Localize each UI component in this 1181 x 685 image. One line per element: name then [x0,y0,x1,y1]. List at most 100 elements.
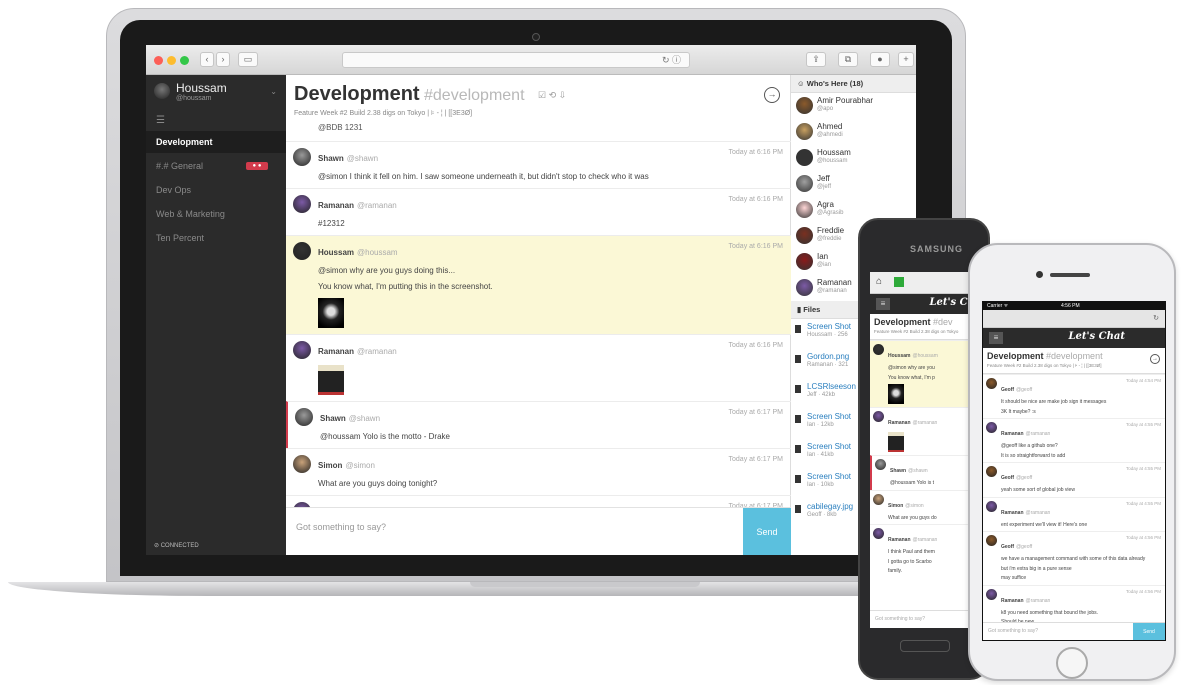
list-item[interactable]: Geoff @geoff Today at 4:56 PM we have a man… [983,531,1165,585]
user-handle: @houssam [817,158,848,164]
list-item[interactable]: Ramanan @ramanan Today at 4:55 PM @geoff li… [983,418,1165,462]
url-bar[interactable]: ↻ ⓘ [342,52,690,68]
zoom-window-button[interactable] [180,56,189,65]
url-bar[interactable]: ↻ [983,310,1165,328]
send-button[interactable]: Send [1133,623,1165,640]
reload-icon[interactable]: ↻ [1153,314,1159,322]
room-tag: #dev [933,317,953,327]
list-item[interactable]: Ramanan @ramanan Today at 6:16 PM [286,334,791,401]
send-button[interactable]: Send [743,508,791,555]
user-menu[interactable]: Houssam @houssam ⌄ [154,81,279,113]
message-image[interactable] [318,298,344,328]
camera-icon [532,33,540,41]
message-image[interactable] [888,384,904,404]
tabs-button[interactable]: ⧉ [838,52,858,67]
home-button[interactable] [900,640,950,652]
new-tab-button[interactable]: + [898,52,914,67]
leave-room-icon[interactable]: → [1150,354,1160,364]
message-handle: @simon [345,461,375,470]
message-author: Simon [318,461,343,470]
sidebar-toggle-button[interactable]: ▭ [238,52,258,67]
message-author: Geoff [1001,544,1015,550]
file-name[interactable]: cabilegay.jpg [807,502,853,511]
back-button[interactable]: ‹ [200,52,214,67]
file-name[interactable]: Gordon.png [807,352,849,361]
list-item[interactable]: Geoff @geoff Today at 4:54 PM It should be … [983,374,1165,418]
file-meta: Ian · 12kb [807,422,834,428]
user-name: Ahmed [817,122,843,131]
sidebar-item-dev-ops[interactable]: Dev Ops [146,179,286,201]
list-item[interactable]: Shawn @shawn Today at 6:16 PM @simon I thin… [286,141,791,188]
menu-button[interactable]: ≡ [876,298,890,310]
file-name[interactable]: Screen Shot [807,412,851,421]
home-button[interactable] [1056,647,1088,679]
message-author: Ramanan [318,201,355,210]
user-list-item[interactable]: Ahmed @ahmedi [791,119,916,145]
page-title: Development [294,83,420,105]
user-list-item[interactable]: Jeff @jeff [791,171,916,197]
message-text: @simon why are you guys doing this... [318,266,456,275]
message-image[interactable] [888,432,904,452]
message-image[interactable] [318,365,344,395]
message-timestamp: Today at 6:16 PM [728,196,783,203]
avatar [796,123,813,140]
file-name[interactable]: Screen Shot [807,442,851,451]
message-input[interactable]: Got something to say? [875,616,925,622]
share-button[interactable]: ⇪ [806,52,826,67]
avatar [873,411,884,422]
menu-icon[interactable]: ☰ [156,115,165,126]
user-list-item[interactable]: Amir Pourabhar @apo [791,93,916,119]
list-item[interactable]: Ramanan @ramanan Today at 4:55 PM ent exper… [983,496,1165,532]
message-list[interactable]: @BDB 1231 Shawn @shawn Today at 6:16 PM @si… [286,123,791,507]
file-icon [795,355,801,363]
list-item[interactable]: Ramanan@ramananToday at 6:17 PMI think P… [286,495,791,507]
user-name: Ramanan [817,278,852,287]
sidebar-item-development[interactable]: Development [146,131,286,153]
avatar [986,500,997,512]
message-composer: Got something to say? Send [983,622,1165,640]
list-item[interactable]: Shawn @shawn Today at 6:17 PM @houssam Yolo… [286,401,791,448]
avatar [796,227,813,244]
file-icon [795,415,801,423]
message-timestamp: Today at 6:17 PM [728,409,783,416]
channel-actions-icons[interactable]: ☑ ⟲ ⇩ [538,90,566,101]
previous-message-text: @BDB 1231 [318,123,363,132]
file-name[interactable]: Screen Shot [807,322,851,331]
sidebar-item-ten-percent[interactable]: Ten Percent [146,227,286,249]
message-text: but i'm extra big in a pure sense [1001,565,1072,572]
file-name[interactable]: Screen Shot [807,472,851,481]
sidebar-item-web-marketing[interactable]: Web & Marketing [146,203,286,225]
browser-toolbar: ‹ › ▭ ↻ ⓘ ⇪ ⧉ ● + [146,45,916,75]
camera-icon [1036,271,1043,278]
message-list[interactable]: Geoff @geoff Today at 4:54 PM It should be … [983,374,1165,629]
message-input[interactable]: Got something to say? [988,628,1038,634]
message-handle: @simon [905,502,924,509]
page-title: Development #dev [874,317,953,327]
leave-room-icon[interactable]: → [764,87,780,103]
avatar [986,422,997,433]
avatar [154,83,170,99]
channel-sidebar: Houssam @houssam ⌄ ☰ Development #.# Gen… [146,75,286,555]
sidebar-item-general[interactable]: #.# General ● ● [146,155,286,177]
message-handle: @houssam [912,353,938,359]
user-list-item[interactable]: Houssam @houssam [791,145,916,171]
minimize-window-button[interactable] [167,56,176,65]
home-icon[interactable]: ⌂ [876,276,882,287]
message-text: k8 you need something that bound the job… [1001,609,1099,616]
file-name[interactable]: LCSRlseeson [807,382,856,391]
message-input[interactable]: Got something to say? [296,522,386,532]
menu-button[interactable]: ≡ [989,332,1003,344]
reload-icon[interactable]: ↻ ⓘ [662,55,681,65]
message-text: You know what, I'm putting this in the s… [318,282,493,291]
chevron-down-icon[interactable]: ⌄ [270,87,277,96]
forward-button[interactable]: › [216,52,230,67]
list-item[interactable]: Houssam @houssam Today at 6:16 PM @simon wh… [286,235,791,334]
message-text: It should be nice are make job sign it m… [1001,399,1107,405]
list-item[interactable]: Ramanan @ramanan Today at 6:16 PM #12312 [286,188,791,235]
close-window-button[interactable] [154,56,163,65]
list-item[interactable]: Geoff @geoff Today at 4:55 PM yeah some sor… [983,462,1165,497]
message-author: Shawn [890,468,907,474]
message-text: may suffice [1001,575,1027,581]
list-item[interactable]: Simon @simon Today at 6:17 PM What are you … [286,448,791,495]
downloads-button[interactable]: ● [870,52,890,67]
